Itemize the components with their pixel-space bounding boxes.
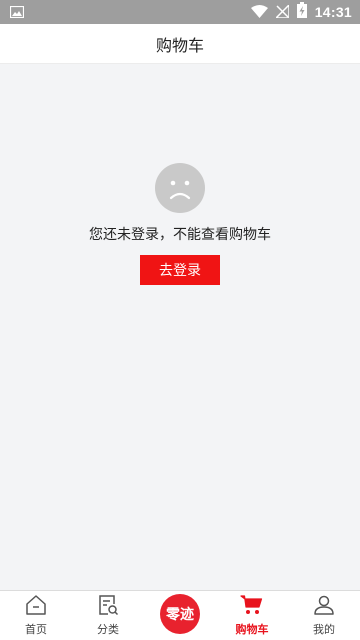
home-icon (26, 595, 46, 615)
status-time: 14:31 (314, 4, 352, 20)
not-logged-in-message: 您还未登录，不能查看购物车 (89, 227, 271, 243)
tab-home-label: 首页 (25, 623, 47, 636)
tab-brand[interactable]: 零迹 (144, 591, 216, 640)
status-icons: 14:31 (250, 2, 352, 22)
tab-category-label: 分类 (97, 623, 119, 636)
tab-profile[interactable]: 我的 (288, 591, 360, 640)
tab-profile-label: 我的 (313, 623, 335, 636)
tab-category[interactable]: 分类 (72, 591, 144, 640)
status-bar: 14:31 (0, 0, 360, 24)
sad-face-icon (155, 163, 205, 213)
brand-badge: 零迹 (160, 594, 200, 634)
user-icon (314, 595, 334, 615)
page-title: 购物车 (155, 35, 204, 55)
category-search-icon (99, 595, 119, 616)
image-icon (9, 3, 25, 22)
empty-state: 您还未登录，不能查看购物车 去登录 (0, 163, 360, 285)
wifi-icon (250, 3, 268, 22)
tab-cart[interactable]: 购物车 (216, 591, 288, 640)
bottom-tab-bar: 首页 分类 零迹 购物车 我的 (0, 590, 360, 640)
cart-icon (240, 595, 263, 614)
title-bar: 购物车 (0, 24, 360, 64)
no-signal-icon (273, 2, 290, 22)
login-button[interactable]: 去登录 (140, 255, 220, 285)
tab-cart-label: 购物车 (235, 623, 269, 636)
battery-charging-icon (296, 2, 307, 22)
tab-home[interactable]: 首页 (0, 591, 72, 640)
